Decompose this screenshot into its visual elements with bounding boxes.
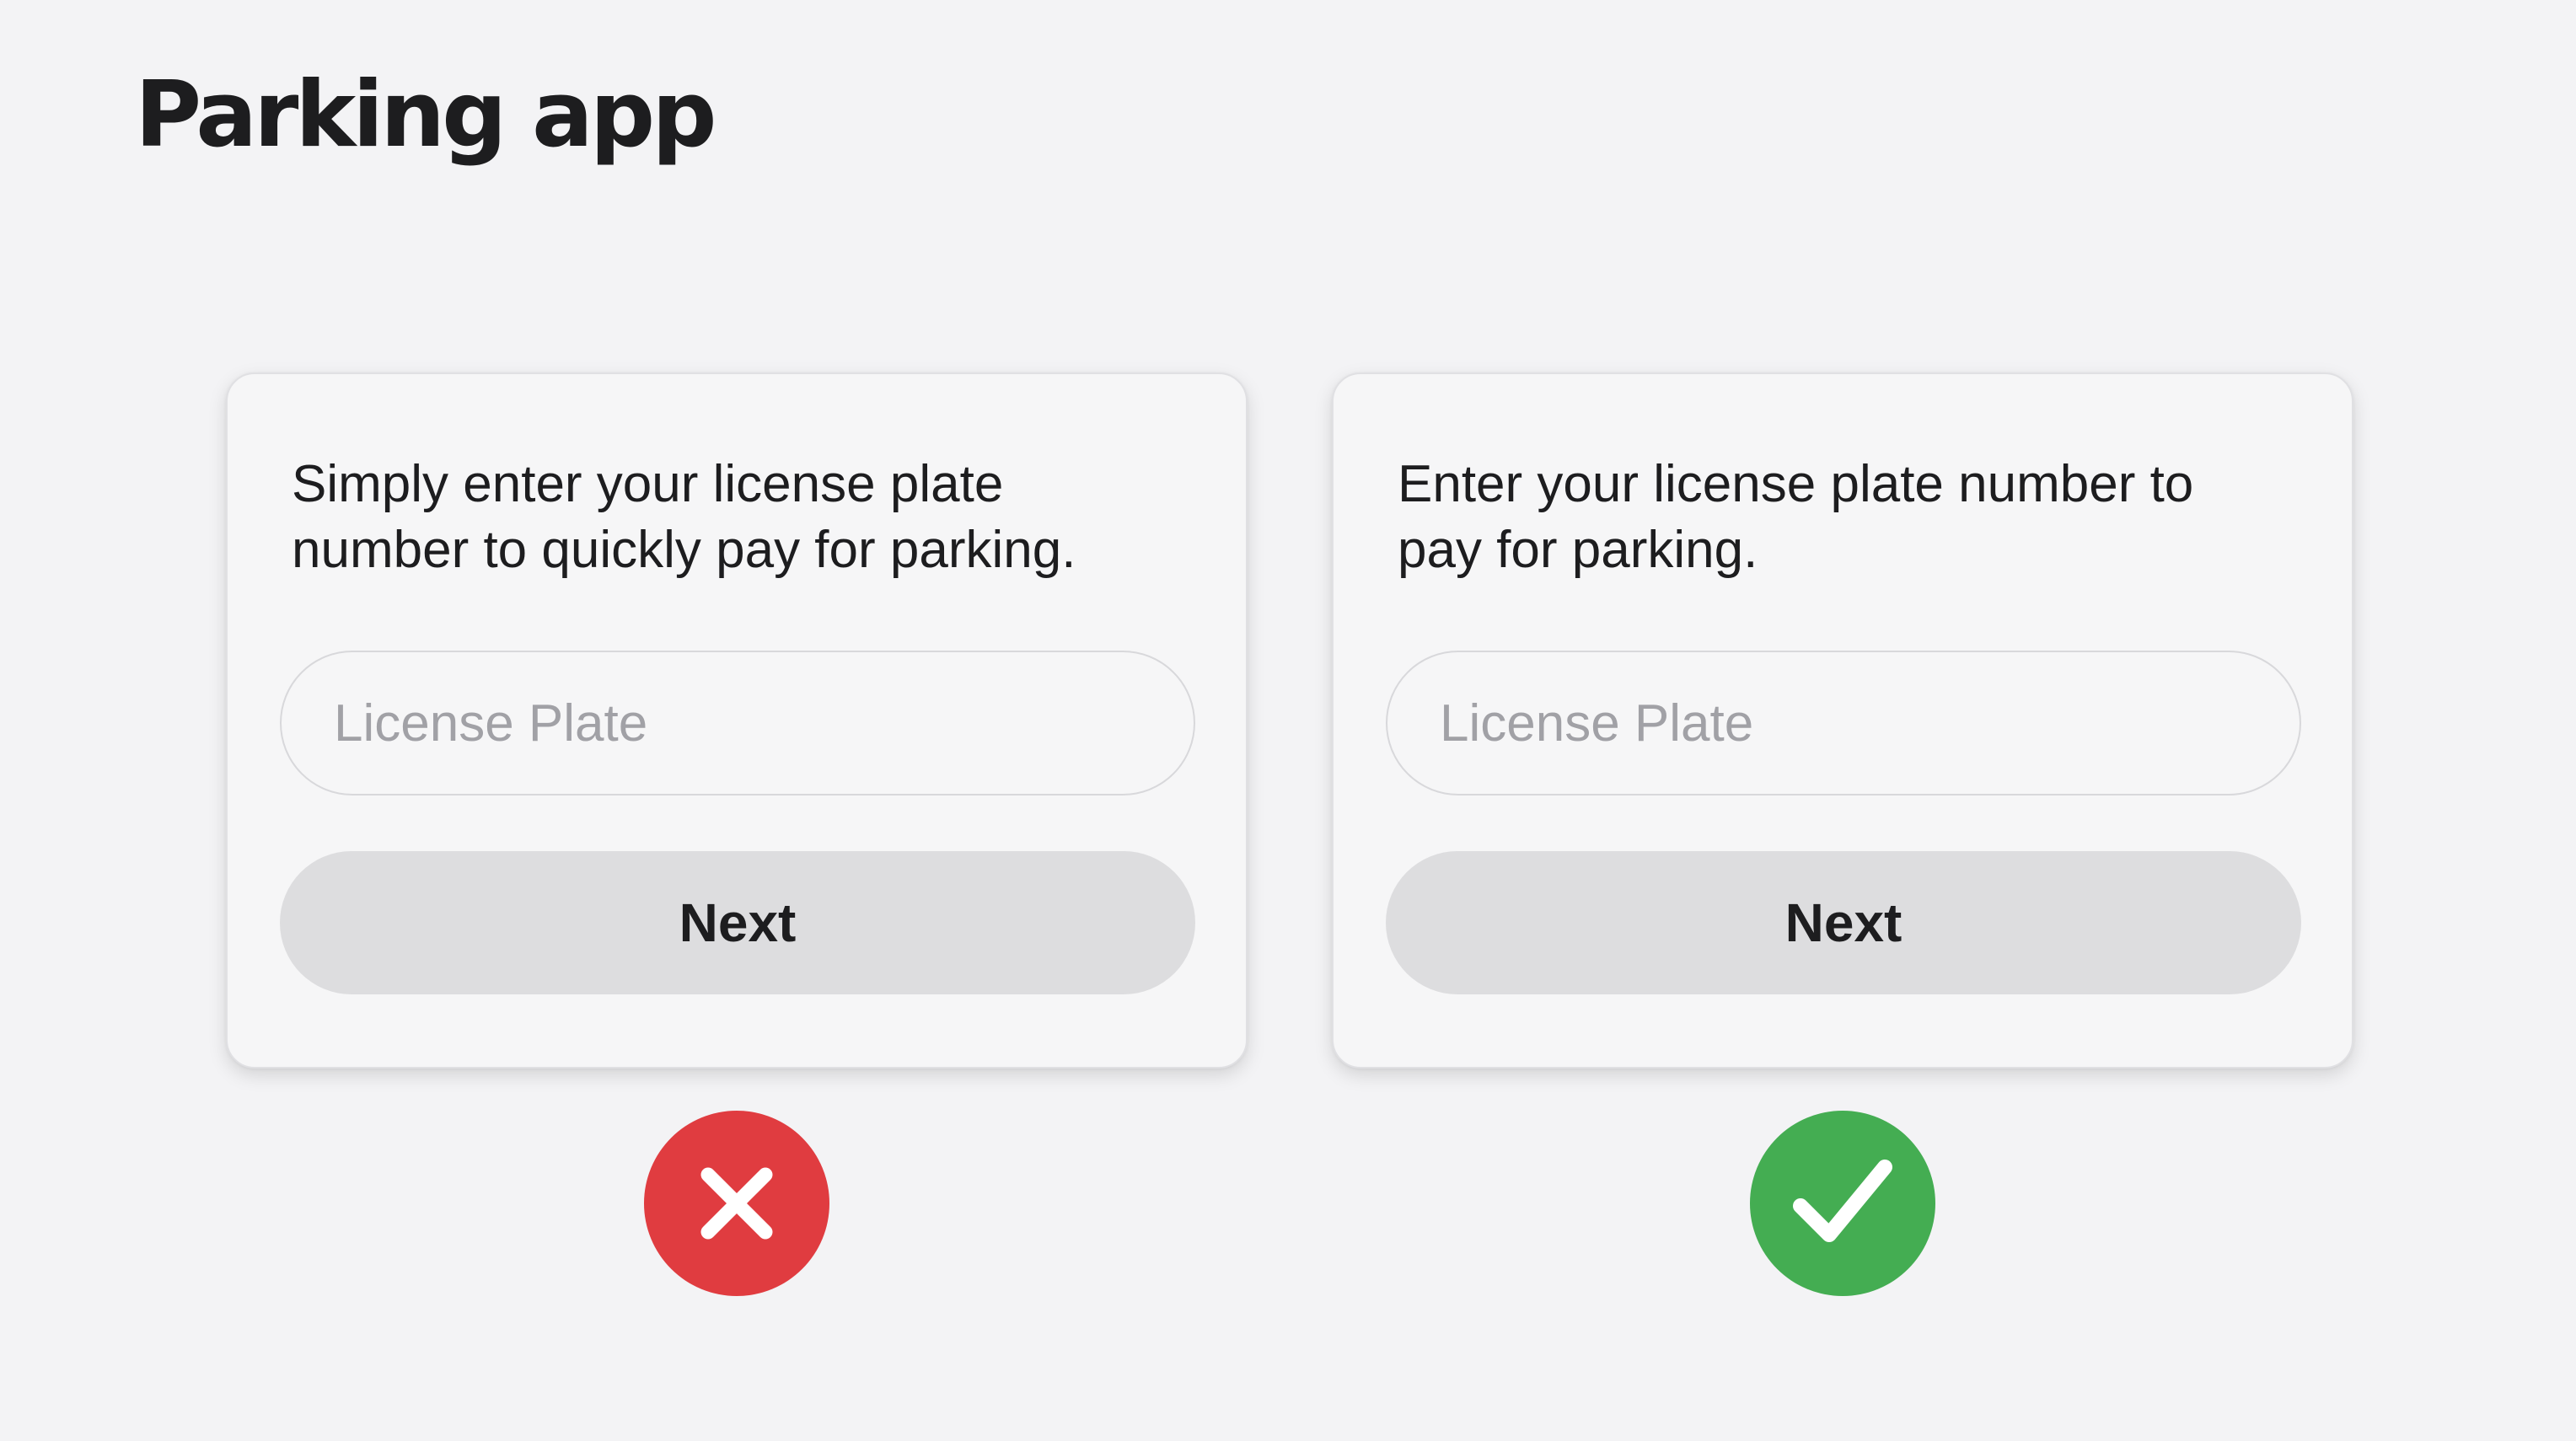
good-example-card: Enter your license plate number to pay f… [1332,372,2353,1069]
bad-example-card: Simply enter your license plate number t… [226,372,1248,1069]
bad-example-message: Simply enter your license plate number t… [292,455,1076,579]
next-button[interactable]: Next [1386,851,2301,994]
x-mark-glyph [700,1167,773,1240]
page-title: Parking app [135,62,717,168]
checkmark-icon [1750,1111,1935,1296]
next-button[interactable]: Next [280,851,1195,994]
good-example-message: Enter your license plate number to pay f… [1398,455,2194,579]
license-plate-input[interactable] [1386,651,2301,795]
checkmark-glyph [1793,1160,1892,1242]
license-plate-input[interactable] [280,651,1195,795]
x-mark-icon [644,1111,829,1296]
